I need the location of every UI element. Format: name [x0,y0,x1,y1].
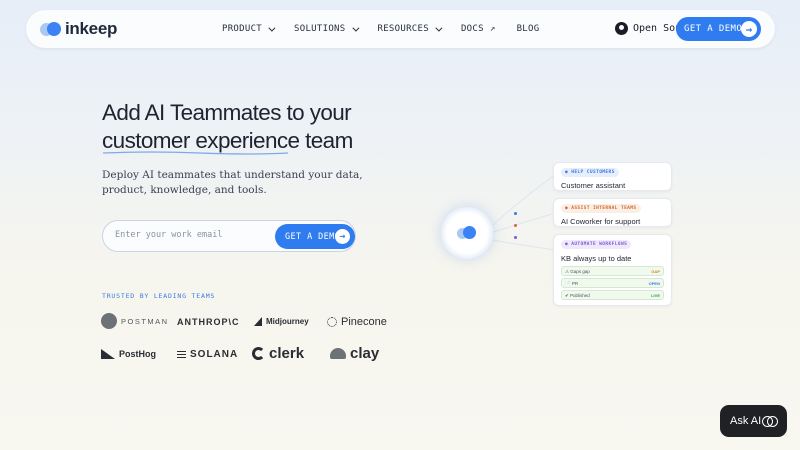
card-assist-internal: ● ASSIST INTERNAL TEAMS AI Coworker for … [553,198,672,227]
workflow-row: ✔ Published LIVE [561,290,664,300]
card-title: AI Coworker for support [561,217,641,226]
card-tag: ● AUTOMATE WORKFLOWS [561,240,632,249]
card-tag: ● ASSIST INTERNAL TEAMS [561,204,641,213]
chat-rings-icon [762,416,778,427]
card-help-customers: ● HELP CUSTOMERS Customer assistant [553,162,672,191]
connector-lines [492,174,556,251]
connector-dot [514,212,517,215]
ask-ai-button[interactable]: Ask AI [720,405,787,437]
card-title: KB always up to date [561,254,632,263]
row-status: LIVE [651,293,660,298]
card-tag: ● HELP CUSTOMERS [561,168,619,177]
row-label: ⚠ Gaps gap [565,269,590,274]
row-label: ✔ Published [565,293,590,298]
connector-dot [514,236,517,239]
workflow-row: ⚠ Gaps gap GAP [561,266,664,276]
card-title: Customer assistant [561,181,626,190]
connector-dot [514,224,517,227]
row-status: GAP [651,269,660,274]
inkeep-hub-icon [441,207,493,259]
row-status: OPEN [648,281,660,286]
row-label: 📄 PR [565,281,579,286]
card-automate-workflows: ● AUTOMATE WORKFLOWS KB always up to dat… [553,234,672,306]
ask-ai-label: Ask AI [730,415,762,427]
workflow-row: 📄 PR OPEN [561,278,664,288]
